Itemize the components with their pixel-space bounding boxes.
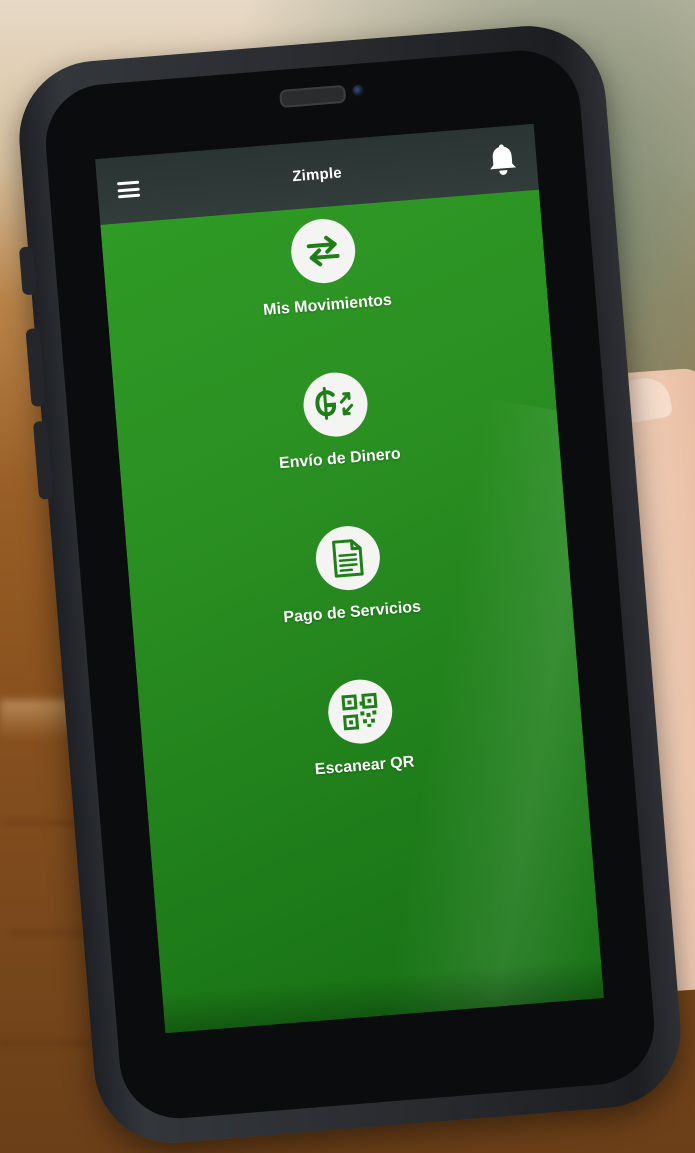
app-title: Zimple: [291, 163, 343, 185]
app-screen: Zimple Mis Movimientos Envío de Dinero P…: [95, 123, 604, 1034]
action-envio-de-dinero[interactable]: Envío de Dinero: [203, 362, 470, 479]
bottom-shade: [162, 958, 604, 1034]
action-label: Mis Movimientos: [262, 291, 393, 320]
transfer-arrows-icon: [288, 216, 358, 286]
action-label: Pago de Servicios: [282, 598, 422, 627]
photo-scene: Zimple Mis Movimientos Envío de Dinero P…: [0, 0, 695, 1153]
bell-icon[interactable]: [487, 141, 518, 177]
action-escanear-qr[interactable]: Escanear QR: [228, 669, 495, 786]
qr-code-icon: [325, 677, 395, 747]
earpiece-speaker: [279, 84, 347, 109]
hamburger-menu-icon[interactable]: [117, 180, 141, 199]
action-label: Escanear QR: [314, 753, 415, 779]
action-label: Envío de Dinero: [278, 445, 402, 473]
front-camera: [351, 84, 365, 98]
main-content: Mis Movimientos Envío de Dinero Pago de …: [100, 189, 604, 1034]
action-list: Mis Movimientos Envío de Dinero Pago de …: [101, 202, 589, 851]
money-send-icon: [301, 370, 370, 440]
phone-device: Zimple Mis Movimientos Envío de Dinero P…: [13, 20, 687, 1149]
action-pago-de-servicios[interactable]: Pago de Servicios: [216, 516, 483, 633]
phone-bezel: Zimple Mis Movimientos Envío de Dinero P…: [41, 46, 659, 1123]
document-icon: [313, 523, 383, 593]
action-mis-movimientos[interactable]: Mis Movimientos: [191, 209, 458, 326]
